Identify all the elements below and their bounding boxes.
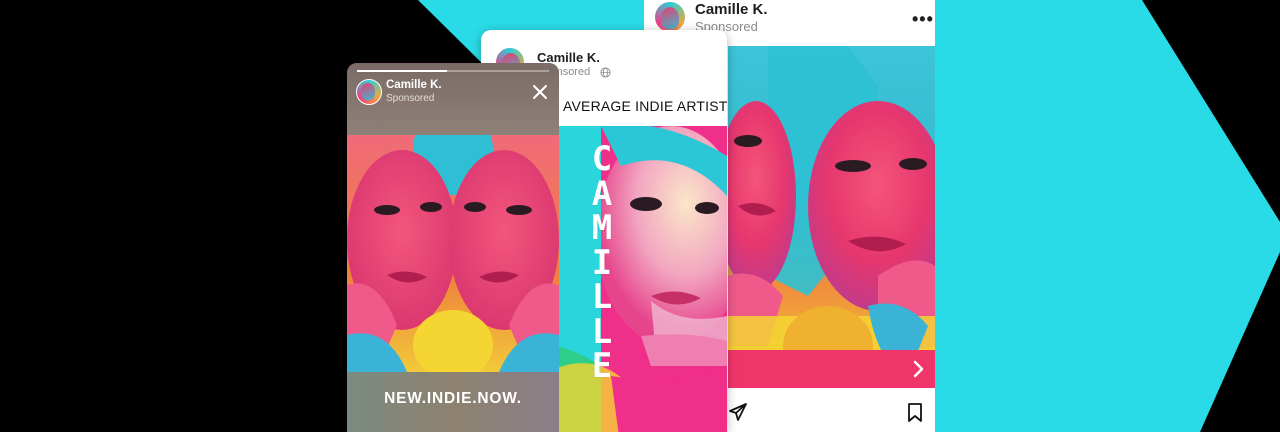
vertical-letter: L — [591, 311, 613, 352]
paper-plane-icon[interactable] — [728, 402, 748, 422]
story-ad-image[interactable] — [347, 135, 559, 372]
ad-preview-stage: Camille K. Sponsored ••• Camille K. Spon… — [0, 0, 1280, 432]
globe-icon — [600, 67, 611, 78]
avatar[interactable] — [356, 79, 382, 105]
story-caption: NEW.INDIE.NOW. — [384, 390, 522, 407]
story-progress-bar — [357, 70, 549, 72]
ad-headline: AVERAGE INDIE ARTIST — [563, 98, 727, 114]
vertical-word: C A M I L L E — [587, 142, 617, 384]
vertical-letter: M — [591, 208, 613, 248]
account-name[interactable]: Camille K. — [695, 1, 768, 18]
chevron-right-icon[interactable] — [912, 358, 926, 380]
story-ad-card[interactable]: Camille K. Sponsored NEW.INDIE.NOW. — [347, 63, 559, 432]
more-dots-icon[interactable]: ••• — [912, 9, 934, 30]
sponsored-label: Sponsored — [386, 93, 435, 104]
bookmark-icon[interactable] — [906, 402, 924, 423]
close-icon[interactable] — [531, 83, 549, 101]
account-name[interactable]: Camille K. — [386, 79, 442, 91]
story-progress-fill — [357, 70, 448, 72]
avatar[interactable] — [653, 0, 687, 34]
vertical-letter: A — [591, 173, 613, 214]
feed-ad-image[interactable] — [728, 46, 935, 388]
vertical-letter: C — [591, 139, 613, 179]
vertical-letter: L — [591, 277, 613, 317]
cta-button[interactable] — [728, 350, 935, 388]
vertical-letter: I — [591, 242, 613, 283]
vertical-letter: E — [591, 346, 613, 386]
